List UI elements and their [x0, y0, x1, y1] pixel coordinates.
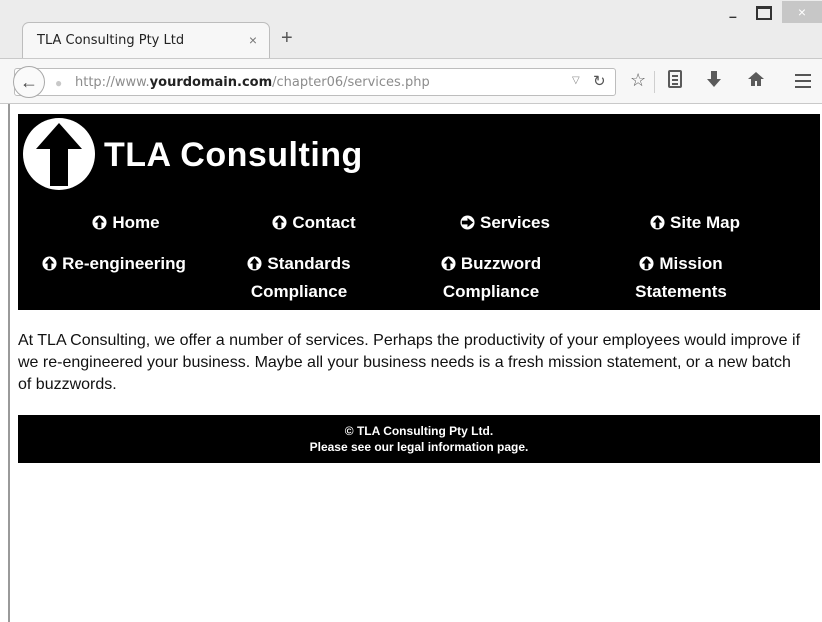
browser-toolbar: ← ● http://www.yourdomain.com/chapter06/…	[0, 58, 822, 104]
menu-icon[interactable]	[795, 74, 811, 92]
arrow-up-icon	[650, 215, 665, 230]
arrow-up-icon	[247, 256, 262, 271]
browser-titlebar: TLA Consulting Pty Ltd × + – ×	[0, 0, 822, 58]
legal-info-text: Please see our legal information page.	[309, 440, 529, 454]
nav-buzzword-compliance[interactable]: Buzzword Compliance	[416, 250, 566, 306]
logo-arrow-icon	[23, 118, 95, 190]
site-footer: © TLA Consulting Pty Ltd. Please see our…	[18, 415, 820, 463]
arrow-right-icon	[460, 215, 475, 230]
url-domain: yourdomain.com	[149, 75, 273, 90]
globe-icon: ●	[55, 76, 63, 90]
star-icon[interactable]: ☆	[630, 70, 646, 90]
intro-paragraph: At TLA Consulting, we offer a number of …	[18, 332, 801, 393]
arrow-up-icon	[272, 215, 287, 230]
browser-tab[interactable]: TLA Consulting Pty Ltd ×	[22, 22, 270, 58]
toolbar-divider	[654, 71, 655, 93]
copyright-text: © TLA Consulting Pty Ltd.	[344, 424, 494, 438]
tab-close-icon[interactable]: ×	[249, 32, 257, 48]
back-arrow-icon[interactable]: ←	[13, 66, 45, 98]
nav-contact[interactable]: Contact	[244, 209, 384, 237]
arrow-up-icon	[92, 215, 107, 230]
site-title: TLA Consulting	[104, 136, 363, 174]
nav-mission-statements[interactable]: Mission Statements	[606, 250, 756, 306]
minimize-button[interactable]: –	[729, 8, 737, 24]
reload-icon[interactable]: ↻	[593, 72, 606, 90]
download-icon[interactable]	[706, 70, 722, 92]
nav-home[interactable]: Home	[56, 209, 196, 237]
nav-re-engineering[interactable]: Re-engineering	[24, 250, 204, 278]
window-edge	[8, 104, 10, 622]
reading-list-icon[interactable]	[667, 70, 683, 92]
arrow-up-icon	[42, 256, 57, 271]
arrow-up-icon	[639, 256, 654, 271]
url-text[interactable]: http://www.yourdomain.com/chapter06/serv…	[75, 75, 430, 90]
new-tab-button[interactable]: +	[281, 28, 293, 48]
nav-site-map[interactable]: Site Map	[620, 209, 770, 237]
close-window-button[interactable]: ×	[782, 1, 822, 23]
home-icon[interactable]	[747, 70, 765, 92]
dropdown-icon[interactable]: ▽	[572, 75, 580, 86]
nav-services[interactable]: Services	[430, 209, 580, 237]
arrow-up-icon	[441, 256, 456, 271]
nav-standards-compliance[interactable]: Standards Compliance	[224, 250, 374, 306]
maximize-button[interactable]	[756, 6, 772, 20]
address-bar[interactable]: ← ● http://www.yourdomain.com/chapter06/…	[13, 66, 616, 98]
site-header: TLA Consulting Home Contact Services Sit…	[18, 114, 820, 310]
tab-title: TLA Consulting Pty Ltd	[37, 33, 185, 48]
